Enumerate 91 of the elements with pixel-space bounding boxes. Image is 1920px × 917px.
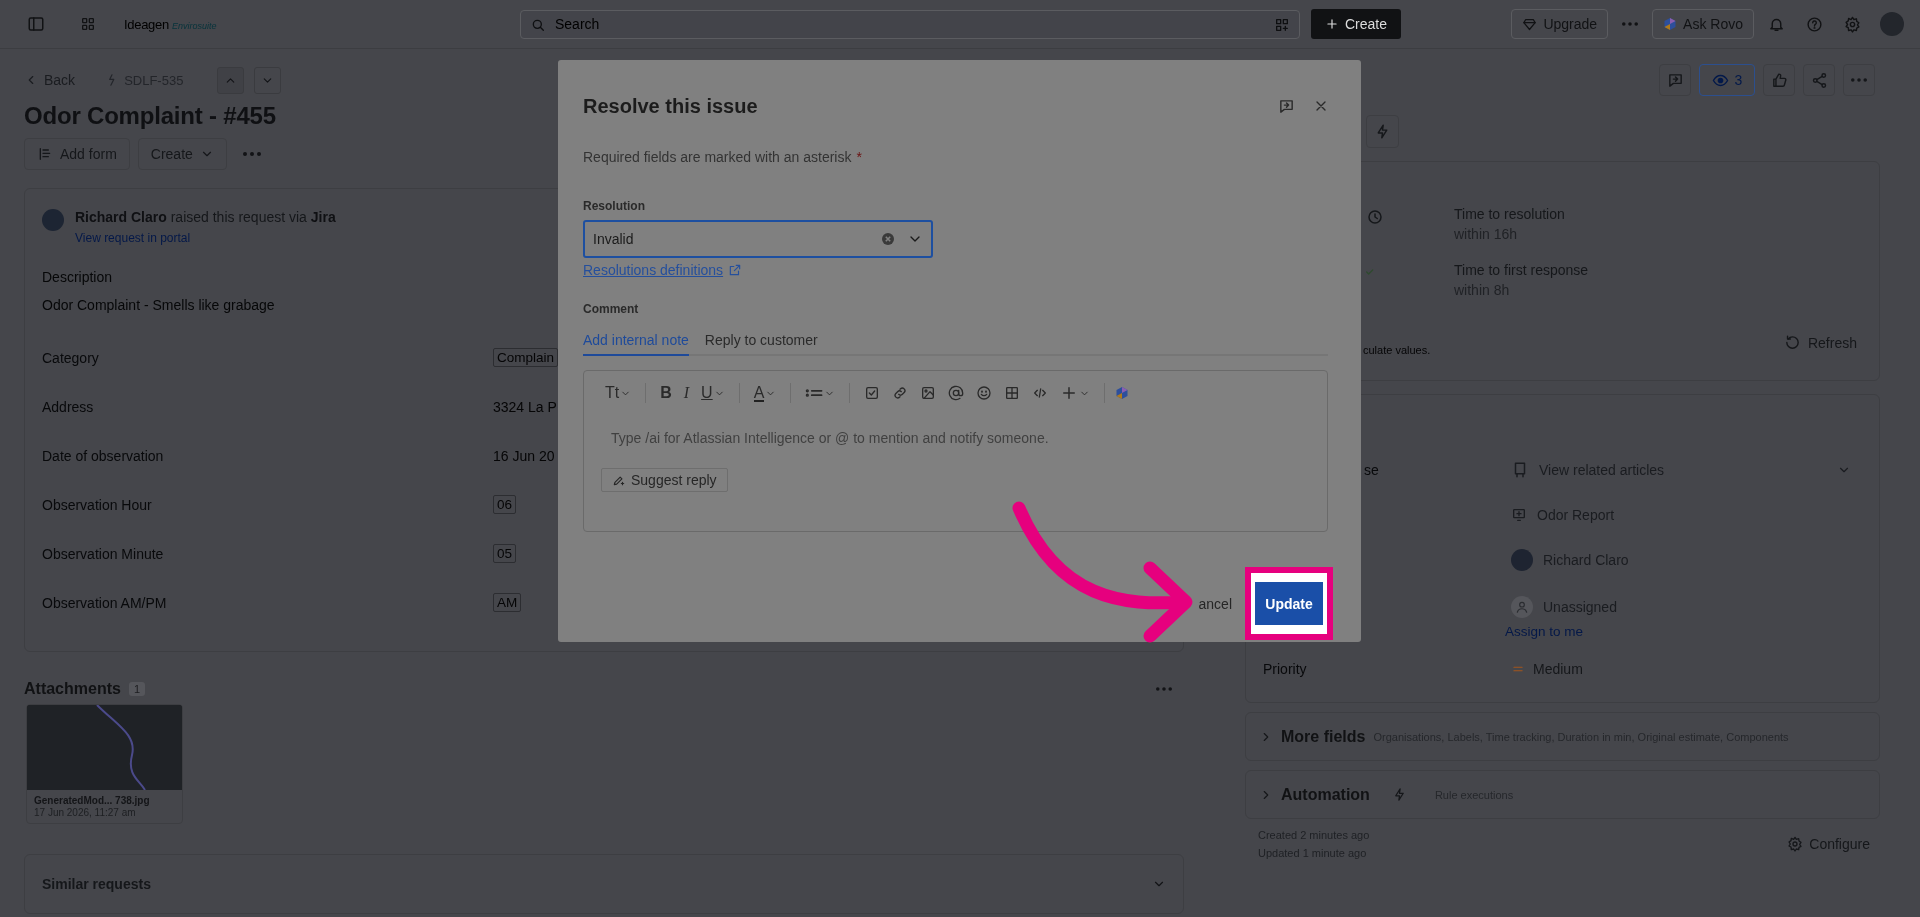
attachments-menu-button[interactable]: [1156, 687, 1172, 691]
avatar-icon[interactable]: [1880, 12, 1904, 36]
resolutions-definitions-link[interactable]: Resolutions definitions: [583, 262, 743, 278]
field-value: 3324 La P: [493, 398, 557, 415]
text-format-button[interactable]: I: [679, 381, 694, 405]
more-actions-button[interactable]: [1843, 64, 1875, 96]
field-label: Observation AM/PM: [42, 594, 167, 611]
search-field[interactable]: Search: [520, 9, 1300, 39]
field-label: Observation Minute: [42, 545, 164, 562]
gear-icon: [1843, 15, 1861, 33]
sla-note: culate values.: [1363, 344, 1431, 356]
logo-name: Ideagen: [124, 16, 169, 32]
share-icon: [1810, 71, 1828, 89]
question-icon: [1805, 15, 1823, 33]
person-icon: [1515, 600, 1529, 614]
like-button[interactable]: [1763, 64, 1795, 96]
refresh-icon: [1783, 334, 1801, 351]
external-link-icon: [728, 263, 743, 277]
feedback-icon: [1666, 71, 1684, 89]
field-value-tag: Complain: [493, 348, 559, 367]
dots-icon: [1851, 78, 1867, 82]
feedback-button[interactable]: [1659, 64, 1691, 96]
editor-placeholder: Type /ai for Atlassian Intelligence or @ to mention and notify someone.: [610, 430, 1050, 446]
upgrade-button[interactable]: Upgrade: [1511, 9, 1609, 39]
portal-link[interactable]: View request in portal: [75, 231, 191, 245]
emoji-icon: [976, 385, 993, 401]
create-button[interactable]: Create: [1311, 9, 1402, 39]
clear-icon[interactable]: [881, 232, 895, 246]
field-label: Resolution: [583, 199, 646, 213]
gear-icon: [1787, 836, 1804, 852]
plus-icon: [1325, 17, 1339, 31]
text-format-button[interactable]: A: [749, 381, 781, 405]
grid-icon: [80, 16, 96, 32]
cancel-button[interactable]: ancel: [1198, 595, 1232, 612]
required-note: Required fields are marked with an asterisk: [583, 149, 852, 165]
field-label: Observation Hour: [42, 496, 152, 513]
bullet-list-icon: [805, 389, 824, 397]
mention-icon: [948, 385, 965, 401]
field-label: Category: [42, 349, 99, 366]
suggest-reply-button[interactable]: Suggest reply: [601, 468, 728, 492]
resolution-select[interactable]: Invalid: [583, 220, 933, 258]
watcher-count: 3: [1734, 72, 1743, 88]
dots-icon: [242, 152, 261, 156]
share-button[interactable]: [1803, 64, 1835, 96]
previous-issue-button[interactable]: [217, 66, 245, 94]
assign-to-me-link[interactable]: Assign to me: [1505, 624, 1879, 639]
ai-logo-icon[interactable]: [1115, 386, 1130, 400]
avatar-icon: [1511, 548, 1533, 571]
description-text: Odor Complaint - Smells like grabage: [42, 297, 275, 313]
field-value-tag: 06: [493, 495, 517, 514]
ask-rovo-button[interactable]: Ask Rovo: [1652, 9, 1754, 39]
comment-editor[interactable]: Tt B I U A Type /ai for Atlassian Intelligence or @ to mention and notify someone. Suggest reply: [583, 370, 1328, 532]
field-label: Address: [42, 398, 94, 415]
update-button[interactable]: Update: [1251, 573, 1327, 634]
panel-icon: [27, 15, 45, 33]
watchers-button[interactable]: 3: [1699, 64, 1755, 96]
text-format-button[interactable]: U: [697, 381, 729, 405]
comment-tab[interactable]: Add internal note: [583, 326, 689, 356]
next-issue-button[interactable]: [254, 66, 282, 94]
thumbs-up-icon: [1770, 71, 1788, 89]
dialog-title: Resolve this issue: [583, 94, 759, 118]
field-label: Priority: [1262, 661, 1308, 677]
table-icon: [1004, 385, 1021, 401]
automation-button[interactable]: [1366, 115, 1399, 148]
description-label: Description: [42, 269, 113, 285]
comment-tab[interactable]: Reply to customer: [704, 326, 818, 356]
issue-title: Odor Complaint - #455: [24, 102, 276, 130]
clock-icon: [1366, 208, 1384, 226]
required-mark: *: [856, 149, 862, 165]
field-label: se: [1363, 461, 1380, 478]
code-icon: [1032, 385, 1049, 401]
text-format-button[interactable]: Tt: [601, 381, 636, 405]
dots-icon: [1622, 22, 1639, 26]
field-label: Comment: [583, 302, 640, 316]
avatar-icon: [42, 209, 64, 231]
text-format-button[interactable]: B: [656, 381, 676, 405]
field-value-tag: 05: [493, 544, 517, 563]
field-value: 16 Jun 20: [493, 447, 555, 464]
dots-icon: [1156, 687, 1172, 691]
link-icon: [892, 385, 909, 401]
attachments-heading: Attachments: [24, 680, 121, 698]
rovo-logo-icon: [1663, 17, 1678, 31]
panel-heading: Automation: [1281, 785, 1370, 804]
checkbox-icon: [864, 385, 881, 401]
request-type-icon: [1511, 506, 1527, 523]
form-icon: [37, 146, 53, 162]
image-icon: [920, 385, 937, 401]
field-label: Date of observation: [42, 447, 164, 464]
gem-icon: [1522, 16, 1538, 32]
field-value-tag: AM: [493, 593, 522, 612]
feedback-icon: [1278, 97, 1295, 115]
